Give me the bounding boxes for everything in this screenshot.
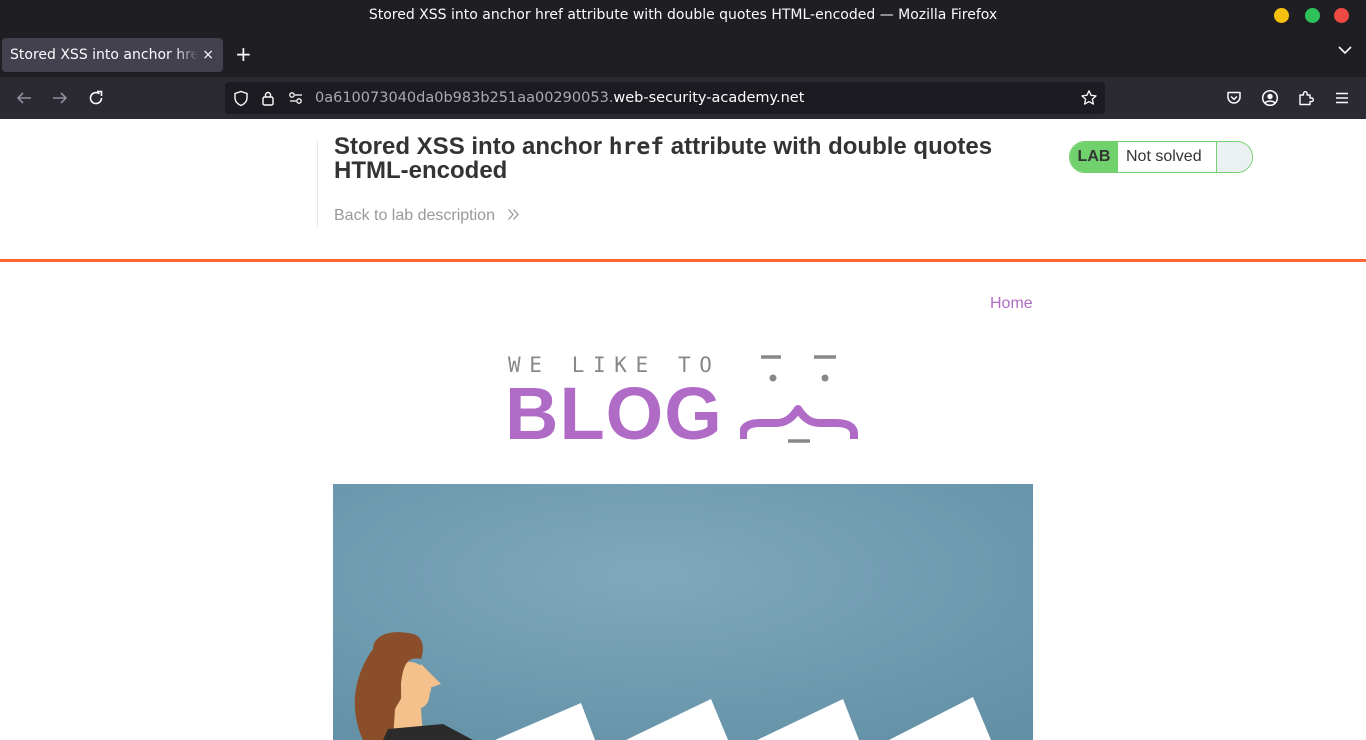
web-page: Stored XSS into anchor href attribute wi… (0, 119, 1366, 740)
bookmark-star-icon[interactable] (1080, 89, 1098, 107)
logo-wordmark: BLOG (505, 372, 723, 455)
lab-title-code: href (608, 134, 665, 160)
lab-status-text: Not solved (1126, 148, 1202, 165)
header-divider (317, 141, 318, 227)
permissions-icon[interactable] (288, 91, 304, 105)
hamburger-menu-icon[interactable] (1333, 89, 1351, 107)
home-link[interactable]: Home (990, 295, 1033, 313)
account-icon[interactable] (1261, 89, 1279, 107)
extensions-icon[interactable] (1297, 89, 1315, 107)
shield-icon[interactable] (233, 90, 249, 107)
back-to-lab-description-link[interactable]: Back to lab description (334, 207, 520, 225)
minimize-button[interactable] (1274, 8, 1289, 23)
back-link-label: Back to lab description (334, 207, 495, 224)
curly-brace-face-icon (740, 355, 858, 443)
address-bar[interactable]: 0a610073040da0b983b251aa00290053.web-sec… (225, 82, 1105, 114)
lab-status-widget: LAB Not solved (1069, 141, 1253, 173)
forward-arrow-icon[interactable] (51, 89, 69, 107)
tab-label: Stored XSS into anchor href attribute wi… (10, 47, 198, 63)
hero-illustration (333, 484, 1033, 740)
blog-logo: WE LIKE TO BLOG (505, 351, 865, 451)
window-titlebar: Stored XSS into anchor href attribute wi… (0, 0, 1366, 31)
lock-icon[interactable] (261, 90, 275, 107)
lab-status-icon (1216, 142, 1252, 172)
tab-close-icon[interactable]: × (202, 38, 214, 72)
window-title: Stored XSS into anchor href attribute wi… (368, 7, 998, 23)
lab-title-text: Stored XSS into anchor (334, 133, 609, 160)
lab-header: Stored XSS into anchor href attribute wi… (0, 119, 1366, 262)
reload-icon[interactable] (87, 89, 105, 107)
close-window-button[interactable] (1334, 8, 1349, 23)
maximize-button[interactable] (1305, 8, 1320, 23)
url-domain: web-security-academy.net (613, 90, 805, 106)
url-text[interactable]: 0a610073040da0b983b251aa00290053.web-sec… (315, 82, 804, 114)
new-tab-button[interactable]: + (235, 43, 252, 65)
tab-active[interactable]: Stored XSS into anchor href attribute wi… (2, 38, 223, 72)
lab-badge: LAB (1070, 142, 1118, 172)
pocket-icon[interactable] (1225, 89, 1243, 107)
blog-post-hero-image (333, 484, 1033, 740)
double-chevron-right-icon (508, 209, 520, 220)
chevron-down-icon[interactable] (1338, 45, 1352, 55)
navigation-toolbar: 0a610073040da0b983b251aa00290053.web-sec… (0, 77, 1366, 119)
url-subdomain: 0a610073040da0b983b251aa00290053. (315, 90, 614, 106)
lab-title: Stored XSS into anchor href attribute wi… (334, 135, 1054, 183)
back-arrow-icon[interactable] (15, 89, 33, 107)
tab-strip: Stored XSS into anchor href attribute wi… (0, 31, 1366, 77)
